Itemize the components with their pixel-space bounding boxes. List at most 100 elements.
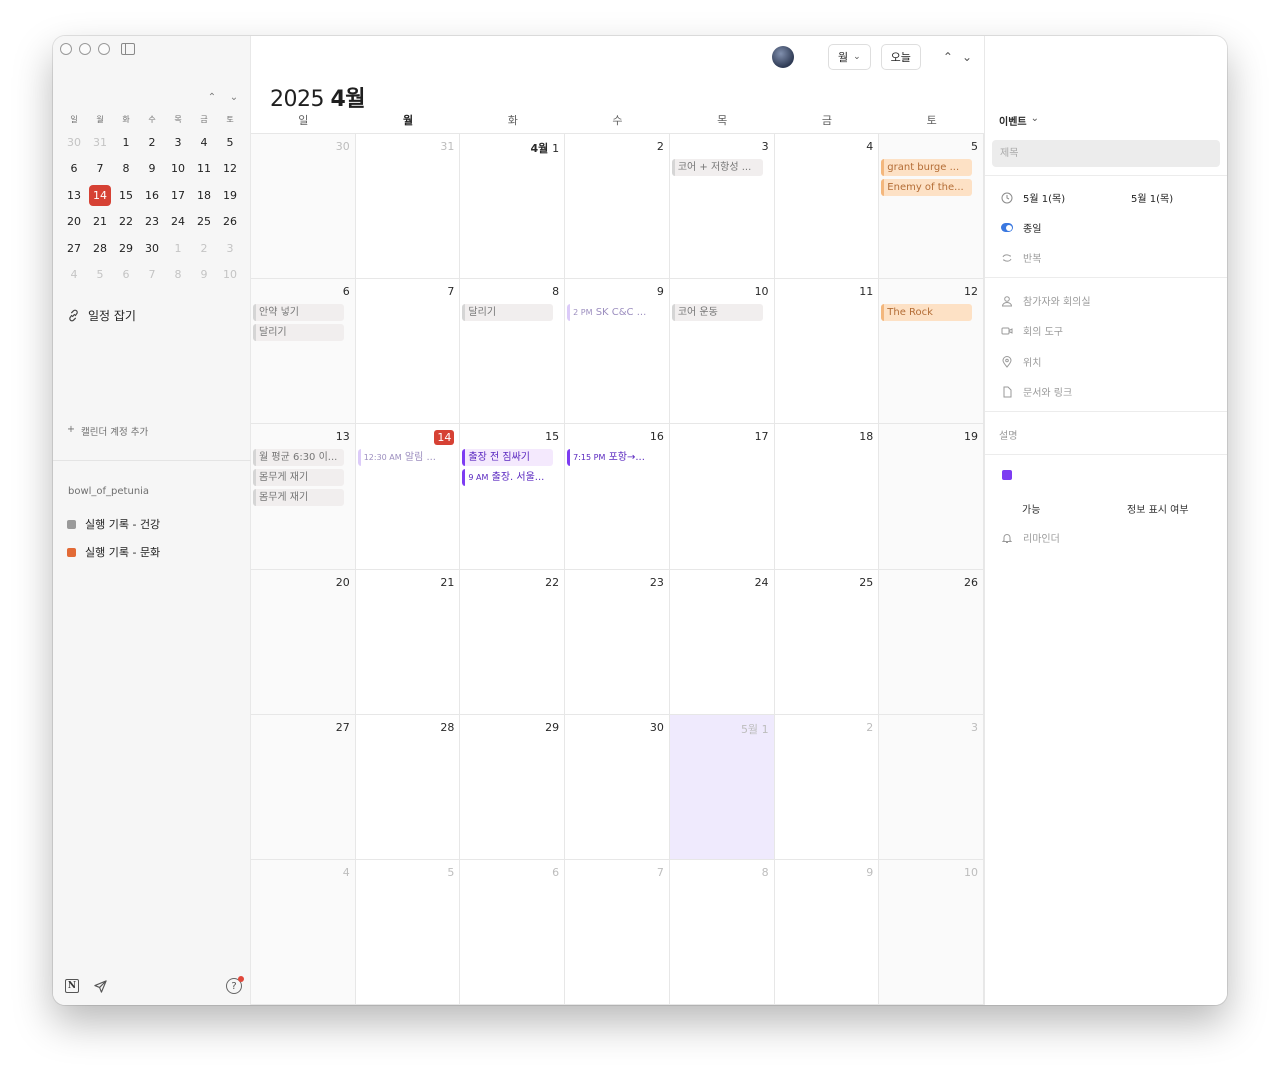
mini-day[interactable]: 13 — [61, 182, 87, 209]
event-chip[interactable]: 몸무게 재기 — [253, 489, 344, 507]
day-cell[interactable]: 7 — [355, 279, 461, 425]
chevron-up-icon[interactable]: ⌃ — [206, 92, 218, 103]
mini-day[interactable]: 21 — [87, 209, 113, 236]
view-select-button[interactable]: 월 ⌄ — [827, 44, 871, 70]
event-chip[interactable]: 9 AM 출장. 서울... — [462, 469, 553, 487]
end-date[interactable]: 5월 1(목) — [1131, 190, 1173, 205]
calendar-list-item[interactable]: 실행 기록 - 문화 — [67, 538, 160, 566]
day-cell[interactable]: 31 — [355, 134, 461, 280]
mini-day[interactable]: 17 — [165, 182, 191, 209]
mini-day[interactable]: 18 — [191, 182, 217, 209]
day-cell-selected[interactable]: 5월 1 — [669, 714, 775, 860]
mini-day[interactable]: 30 — [61, 129, 87, 156]
day-cell[interactable]: 18 — [774, 424, 880, 570]
minimize-window-button[interactable] — [79, 43, 91, 55]
mini-day[interactable]: 7 — [139, 262, 165, 289]
event-chip[interactable]: 달리기 — [462, 304, 554, 322]
mini-day[interactable]: 30 — [139, 235, 165, 262]
mini-day[interactable]: 23 — [139, 209, 165, 236]
day-cell[interactable]: 24 — [669, 569, 775, 715]
day-cell[interactable]: 13 월 평균 6:30 이... 몸무게 재기 몸무게 재기 — [251, 424, 356, 570]
day-cell[interactable]: 7 — [565, 859, 670, 1005]
start-date[interactable]: 5월 1(목) — [1023, 190, 1111, 205]
mini-day[interactable]: 11 — [191, 156, 217, 183]
calendar-list-item[interactable]: 실행 기록 - 건강 — [67, 510, 160, 538]
day-cell[interactable]: 9 2 PM SK C&C ... — [565, 279, 670, 425]
close-window-button[interactable] — [60, 43, 72, 55]
day-cell[interactable]: 4 — [774, 134, 880, 280]
mini-day[interactable]: 10 — [165, 156, 191, 183]
event-chip[interactable]: 몸무게 재기 — [253, 469, 344, 487]
day-cell[interactable]: 2 — [565, 134, 670, 280]
mini-day[interactable]: 25 — [191, 209, 217, 236]
event-chip[interactable]: The Rock — [881, 304, 972, 322]
event-chip[interactable]: grant burge ... — [881, 159, 972, 176]
mini-day[interactable]: 5 — [217, 129, 243, 156]
availability-select[interactable]: 가능 — [1022, 501, 1040, 516]
day-cell[interactable]: 6 안약 넣기 달리기 — [251, 279, 356, 425]
event-chip[interactable]: 12:30 AM 알림 ... — [357, 449, 449, 467]
mini-day[interactable]: 2 — [139, 129, 165, 156]
mini-day[interactable]: 27 — [61, 235, 87, 262]
previous-month-chevron-up-icon[interactable]: ⌃ — [943, 50, 953, 64]
day-cell[interactable]: 10 코어 운동 — [669, 279, 775, 425]
event-title-input[interactable] — [992, 140, 1220, 167]
mini-day[interactable]: 9 — [191, 262, 217, 289]
next-month-chevron-down-icon[interactable]: ⌄ — [962, 50, 972, 64]
day-cell[interactable]: 17 — [669, 424, 775, 570]
mini-day-today[interactable]: 14 — [87, 182, 113, 209]
day-cell[interactable]: 28 — [355, 714, 461, 860]
all-day-toggle[interactable] — [1001, 222, 1013, 234]
day-cell[interactable]: 10 — [879, 859, 984, 1005]
event-type-select[interactable]: 이벤트 ⌄ — [999, 113, 1039, 128]
mini-day[interactable]: 22 — [113, 209, 139, 236]
event-chip[interactable]: 2 PM SK C&C ... — [567, 304, 658, 322]
reminder-row[interactable]: 리마인더 — [1001, 530, 1060, 545]
mini-day[interactable]: 6 — [61, 156, 87, 183]
day-cell[interactable]: 15 출장 전 짐싸기 9 AM 출장. 서울... — [460, 424, 566, 570]
meeting-tool-row[interactable]: 회의 도구 — [1001, 323, 1063, 338]
mini-day[interactable]: 5 — [87, 262, 113, 289]
day-cell[interactable]: 29 — [460, 714, 566, 860]
mini-day[interactable]: 12 — [217, 156, 243, 183]
day-cell[interactable]: 19 — [879, 424, 984, 570]
mini-day[interactable]: 15 — [113, 182, 139, 209]
day-cell[interactable]: 4 — [251, 859, 356, 1005]
mini-day[interactable]: 8 — [113, 156, 139, 183]
day-cell[interactable]: 12 The Rock — [879, 279, 984, 425]
mini-day[interactable]: 26 — [217, 209, 243, 236]
location-row[interactable]: 위치 — [1001, 354, 1041, 369]
mini-day[interactable]: 29 — [113, 235, 139, 262]
mini-day[interactable]: 4 — [191, 129, 217, 156]
day-cell[interactable]: 3 — [879, 714, 984, 860]
day-cell[interactable]: 5 grant burge ... Enemy of the... — [879, 134, 984, 280]
mini-day[interactable]: 3 — [165, 129, 191, 156]
participants-row[interactable]: 참가자와 회의실 — [1001, 293, 1091, 308]
mini-day[interactable]: 16 — [139, 182, 165, 209]
event-chip[interactable]: 월 평균 6:30 이... — [253, 449, 344, 467]
calendar-color-checkbox[interactable] — [67, 547, 76, 557]
day-cell[interactable]: 30 — [251, 134, 356, 280]
mini-day[interactable]: 10 — [217, 262, 243, 289]
day-cell[interactable]: 22 — [460, 569, 566, 715]
repeat-row[interactable]: 반복 — [1001, 250, 1041, 265]
mini-day[interactable]: 1 — [165, 235, 191, 262]
mini-day[interactable]: 19 — [217, 182, 243, 209]
mini-day[interactable]: 6 — [113, 262, 139, 289]
day-cell[interactable]: 8 — [669, 859, 775, 1005]
mini-day[interactable]: 4 — [61, 262, 87, 289]
event-chip[interactable]: 코어 + 저항성 ... — [671, 159, 763, 176]
mini-day[interactable]: 31 — [87, 129, 113, 156]
day-cell[interactable]: 9 — [774, 859, 880, 1005]
event-chip[interactable]: 7:15 PM 포항→... — [567, 449, 658, 467]
day-cell[interactable]: 26 — [879, 569, 984, 715]
day-cell[interactable]: 6 — [460, 859, 566, 1005]
mini-day[interactable]: 8 — [165, 262, 191, 289]
mini-day[interactable]: 28 — [87, 235, 113, 262]
day-cell[interactable]: 2 — [774, 714, 880, 860]
avatar[interactable] — [771, 46, 794, 68]
notion-icon[interactable]: N — [64, 978, 80, 994]
sidebar-toggle-icon[interactable] — [121, 43, 135, 55]
send-icon[interactable] — [92, 978, 108, 994]
day-cell[interactable]: 3 코어 + 저항성 ... — [669, 134, 775, 280]
